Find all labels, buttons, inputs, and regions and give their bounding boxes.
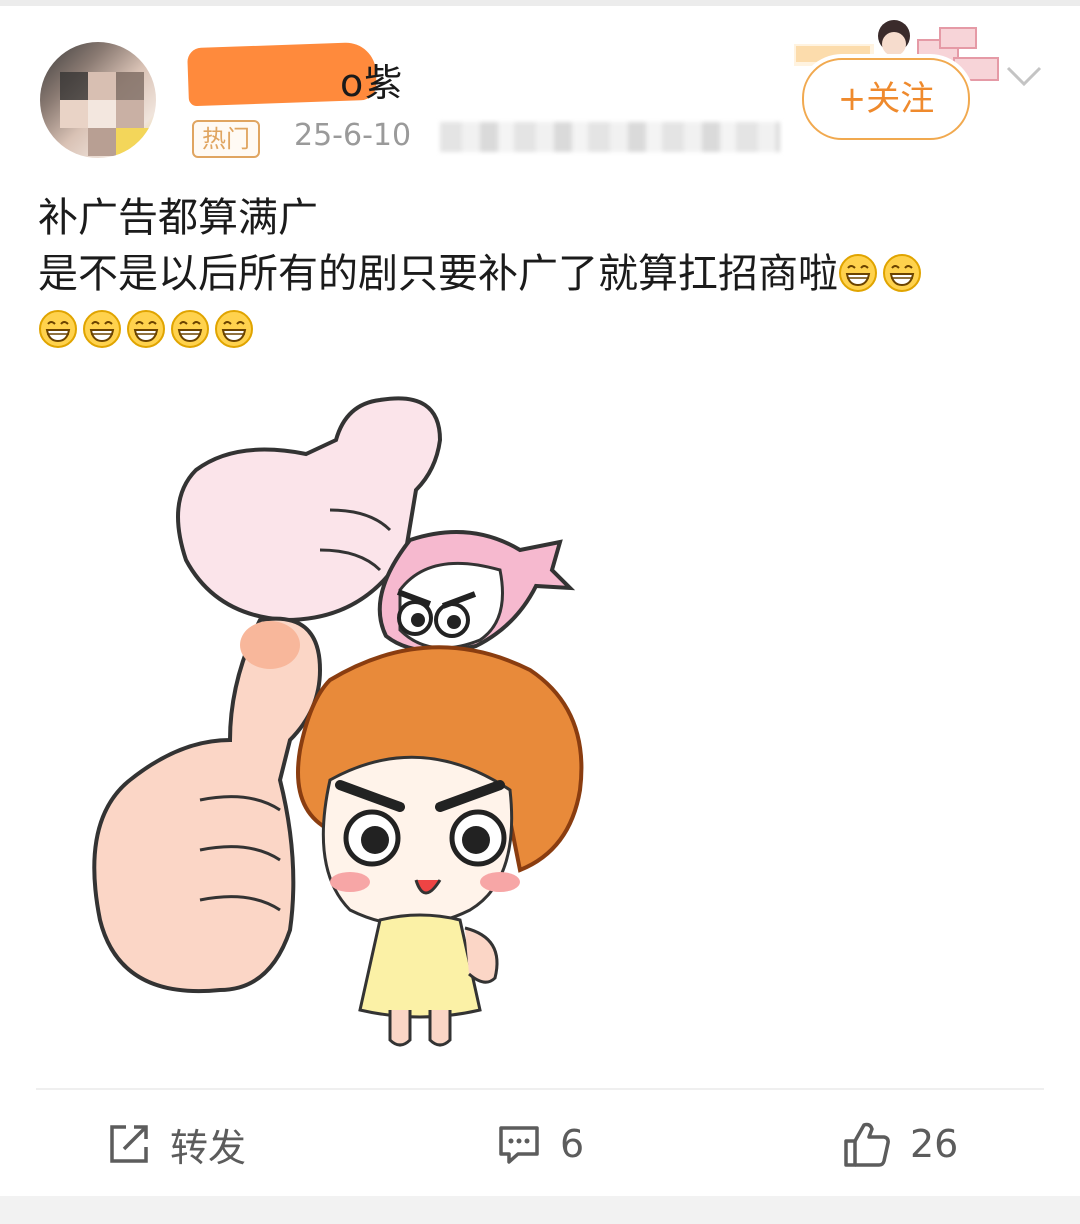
repost-icon <box>110 1125 148 1163</box>
grin-emoji-icon <box>171 310 209 348</box>
grin-emoji-icon <box>215 310 253 348</box>
like-button[interactable]: 26 <box>842 1118 958 1170</box>
chevron-down-icon[interactable] <box>1004 56 1044 96</box>
divider <box>36 1088 1044 1090</box>
post-date: 25-6-10 <box>294 118 412 153</box>
post-text-line-2-text: 是不是以后所有的剧只要补广了就算扛招商啦 <box>38 251 838 297</box>
big-thumb-icon <box>92 616 323 994</box>
source-redaction <box>440 122 780 152</box>
post-text-line-1: 补广告都算满广 <box>38 195 318 241</box>
status-strip <box>0 0 1080 6</box>
main-character-icon <box>296 645 584 1047</box>
post-text-line-3 <box>38 302 1048 358</box>
post-body: 补广告都算满广 是不是以后所有的剧只要补广了就算扛招商啦 <box>38 190 1048 358</box>
hot-badge: 热门 <box>192 120 260 158</box>
bottom-strip <box>0 1196 1080 1224</box>
comment-count: 6 <box>560 1122 585 1166</box>
small-character-icon <box>377 530 576 654</box>
follow-button[interactable]: +关注 <box>802 58 970 140</box>
post-text-line-2: 是不是以后所有的剧只要补广了就算扛招商啦 <box>38 246 1048 302</box>
avatar[interactable] <box>40 42 156 158</box>
post-image[interactable] <box>80 380 660 1050</box>
username[interactable]: o紫 <box>340 52 403 107</box>
comment-button[interactable]: 6 <box>496 1118 584 1170</box>
grin-emoji-icon <box>39 310 77 348</box>
thumbs-up-icon <box>844 1122 890 1167</box>
grin-emoji-icon <box>883 254 921 292</box>
comment-icon <box>499 1126 539 1164</box>
repost-button[interactable]: 转发 <box>106 1118 246 1170</box>
grin-emoji-icon <box>839 254 877 292</box>
repost-label: 转发 <box>170 1125 247 1170</box>
grin-emoji-icon <box>83 310 121 348</box>
like-count: 26 <box>910 1122 959 1166</box>
grin-emoji-icon <box>127 310 165 348</box>
